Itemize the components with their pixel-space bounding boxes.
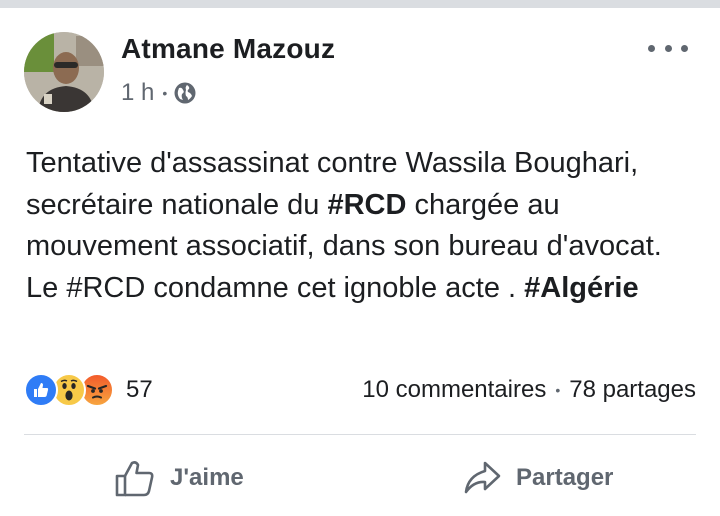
post-stats: 10 commentaires • 78 partages (362, 372, 696, 408)
like-button[interactable]: J'aime (114, 452, 244, 504)
like-button-label: J'aime (170, 464, 244, 491)
post-author-name[interactable]: Atmane Mazouz (121, 33, 335, 65)
reactions-summary[interactable]: 57 (24, 372, 153, 408)
more-options-icon[interactable] (648, 36, 688, 60)
globe-icon[interactable] (173, 81, 197, 105)
thumbs-up-icon (115, 461, 154, 497)
meta-separator: • (162, 85, 168, 101)
comments-count-link[interactable]: 10 commentaires (362, 376, 546, 404)
share-button-label: Partager (516, 464, 614, 491)
reaction-count: 57 (126, 376, 153, 403)
stats-separator: • (555, 382, 561, 398)
share-arrow-icon (464, 461, 501, 494)
post-body: Tentative d'assassinat contre Wassila Bo… (26, 143, 686, 309)
actions-divider (24, 434, 696, 435)
more-dot (648, 44, 655, 52)
hashtag-algerie-link[interactable]: #Algérie (524, 272, 638, 304)
hashtag-rcd-link[interactable]: #RCD (327, 189, 406, 221)
more-dot (681, 44, 688, 52)
avatar-photo (24, 32, 104, 112)
avatar[interactable] (24, 32, 104, 112)
top-divider-strip (0, 0, 720, 8)
shares-count-link[interactable]: 78 partages (569, 376, 696, 404)
post-meta: 1 h • (121, 78, 197, 108)
share-button[interactable]: Partager (462, 452, 613, 504)
post-time[interactable]: 1 h (121, 79, 154, 107)
more-dot (664, 44, 672, 52)
like-icon (24, 373, 58, 407)
